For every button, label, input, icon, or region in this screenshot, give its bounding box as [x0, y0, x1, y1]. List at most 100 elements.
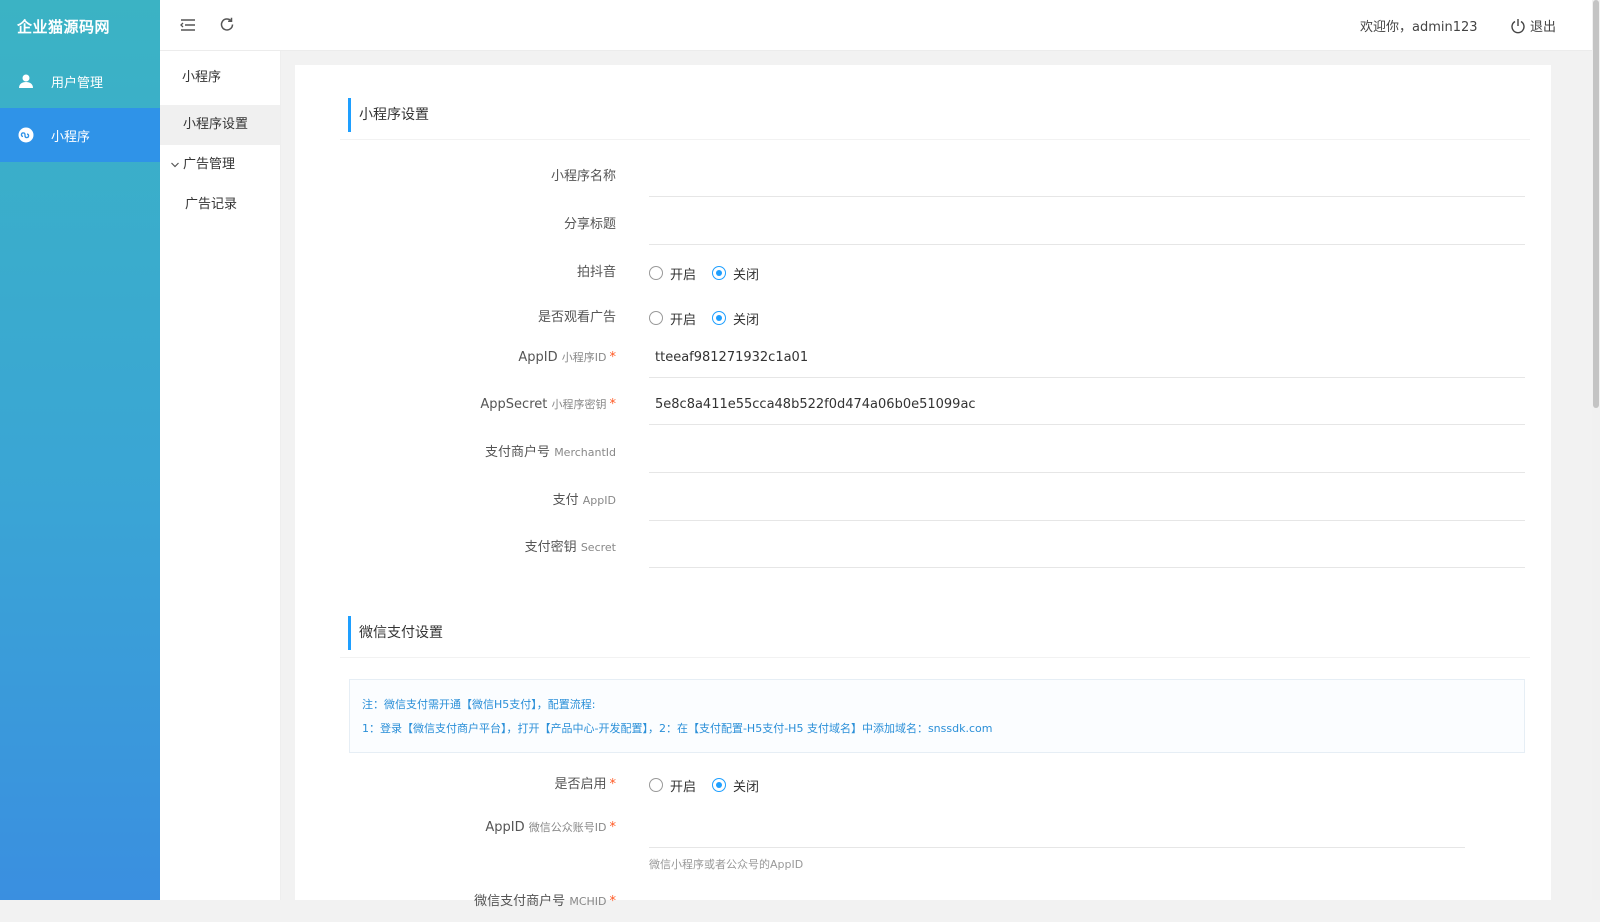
label-main: 支付 — [552, 493, 579, 508]
label-main: AppID — [518, 350, 558, 365]
form-row-share-title: 分享标题 — [295, 205, 1551, 245]
watch-ad-radio-group: 开启 关闭 — [649, 298, 775, 338]
label-sub: MCHID — [569, 895, 607, 908]
pay-appid-input[interactable] — [649, 481, 1525, 521]
form-row-enable: 是否启用 * 开启 关闭 — [295, 765, 1551, 805]
field-label: AppID 小程序ID * — [518, 338, 616, 378]
field-label: 是否观看广告 — [537, 310, 616, 325]
radio-checked-icon — [712, 266, 727, 280]
field-label: 支付 AppID — [553, 481, 616, 521]
wechat-appid-hint: 微信小程序或者公众号的AppID — [649, 858, 804, 871]
label-main: AppSecret — [480, 397, 548, 412]
radio-label: 关闭 — [733, 779, 760, 795]
form-row-merchant-id: 支付商户号 MerchantId — [295, 433, 1551, 473]
enable-radio-off[interactable]: 关闭 — [712, 776, 759, 795]
sidebar-item-miniprogram[interactable]: 小程序 — [0, 108, 160, 162]
label-sub: 小程序ID — [561, 351, 607, 364]
enable-radio-on[interactable]: 开启 — [649, 776, 696, 795]
sidebar-item-user-management[interactable]: 用户管理 — [0, 54, 160, 108]
sidebar: 企业猫源码网 用户管理 小程序 — [0, 0, 160, 900]
form-row-watch-ad: 是否观看广告 开启 关闭 — [295, 298, 1551, 338]
field-label: AppID 微信公众账号ID * — [485, 808, 616, 848]
user-icon — [18, 73, 34, 89]
radio-label: 关闭 — [733, 267, 760, 283]
radio-label: 开启 — [670, 267, 697, 283]
required-mark: * — [609, 397, 617, 412]
form-row-name: 小程序名称 — [295, 157, 1551, 197]
power-icon — [1510, 18, 1526, 34]
field-label: 拍抖音 — [576, 265, 616, 280]
wechat-appid-input[interactable] — [649, 808, 1465, 848]
submenu-item-ad-records[interactable]: 广告记录 — [160, 185, 280, 225]
note-line: 注：微信支付需开通【微信H5支付】，配置流程: — [362, 698, 596, 711]
appid-input[interactable] — [649, 338, 1525, 378]
watch-ad-radio-on[interactable]: 开启 — [649, 309, 696, 328]
field-label: 支付密钥 Secret — [525, 528, 616, 568]
radio-checked-icon — [712, 311, 727, 325]
radio-circle-icon — [649, 266, 663, 280]
radio-label: 开启 — [670, 312, 697, 328]
field-label: 支付商户号 MerchantId — [485, 433, 616, 473]
miniprogram-name-input[interactable] — [649, 157, 1525, 197]
submenu-group-ad-management[interactable]: 广告管理 — [160, 145, 280, 185]
miniprogram-icon — [18, 127, 34, 143]
divider — [340, 657, 1530, 658]
form-row-appsecret: AppSecret 小程序密钥 * — [295, 385, 1551, 425]
required-mark: * — [609, 820, 617, 835]
submenu-title: 小程序 — [182, 70, 222, 85]
note-line: 1：登录【微信支付商户平台】，打开【产品中心-开发配置】，2：在【支付配置-H5… — [362, 722, 993, 735]
share-title-input[interactable] — [649, 205, 1525, 245]
form-row-douyin: 拍抖音 开启 关闭 — [295, 253, 1551, 293]
field-label: 是否启用 * — [554, 765, 616, 805]
brand-logo: 企业猫源码网 — [17, 18, 111, 36]
required-mark: * — [609, 894, 617, 909]
enable-radio-group: 开启 关闭 — [649, 765, 775, 805]
label-main: 支付密钥 — [524, 540, 577, 555]
appsecret-input[interactable] — [649, 385, 1525, 425]
label-sub: AppID — [582, 494, 616, 507]
required-mark: * — [609, 777, 617, 792]
merchant-id-input[interactable] — [649, 433, 1525, 473]
field-label: 小程序名称 — [550, 169, 616, 184]
divider — [340, 139, 1530, 140]
form-row-pay-appid: 支付 AppID — [295, 481, 1551, 521]
label-main: AppID — [485, 820, 525, 835]
section-title-miniprogram: 小程序设置 — [348, 98, 429, 132]
submenu-item-miniprogram-settings[interactable]: 小程序设置 — [160, 105, 280, 145]
wechat-pay-note: 注：微信支付需开通【微信H5支付】，配置流程: 1：登录【微信支付商户平台】，打… — [349, 679, 1525, 753]
douyin-radio-on[interactable]: 开启 — [649, 264, 696, 283]
douyin-radio-group: 开启 关闭 — [649, 253, 775, 293]
field-label: 分享标题 — [563, 217, 616, 232]
menu-collapse-icon[interactable] — [178, 15, 198, 35]
page-scrollbar[interactable] — [1592, 0, 1600, 900]
refresh-icon[interactable] — [217, 15, 237, 35]
section-title-wechat-pay: 微信支付设置 — [348, 616, 443, 650]
form-row-appid: AppID 小程序ID * — [295, 338, 1551, 378]
radio-circle-icon — [649, 778, 663, 792]
pay-secret-input[interactable] — [649, 528, 1525, 568]
label-sub: MerchantId — [554, 446, 616, 459]
submenu-group-label: 广告管理 — [183, 157, 236, 172]
sidebar-item-label: 小程序 — [51, 129, 91, 145]
field-label: 微信支付商户号 MCHID * — [474, 882, 616, 922]
logout-button[interactable]: 退出 — [1510, 16, 1556, 35]
form-row-pay-secret: 支付密钥 Secret — [295, 528, 1551, 568]
radio-checked-icon — [712, 778, 727, 792]
watch-ad-radio-off[interactable]: 关闭 — [712, 309, 759, 328]
logout-label: 退出 — [1530, 20, 1557, 35]
label-sub: 微信公众账号ID — [528, 821, 607, 834]
scrollbar-thumb[interactable] — [1593, 0, 1599, 408]
label-sub: 小程序密钥 — [551, 398, 607, 411]
sidebar-item-label: 用户管理 — [51, 75, 104, 91]
main-content: 小程序设置 小程序名称 分享标题 拍抖音 开启 关闭 是否观看广告 开启 关闭 … — [295, 65, 1551, 909]
required-mark: * — [609, 350, 617, 365]
label-sub: Secret — [580, 541, 616, 554]
label-main: 微信支付商户号 — [474, 894, 566, 909]
form-row-mchid: 微信支付商户号 MCHID * — [295, 882, 1551, 922]
top-bar: 欢迎你，admin123 退出 — [160, 0, 1592, 51]
field-label: AppSecret 小程序密钥 * — [480, 385, 616, 425]
radio-circle-icon — [649, 311, 663, 325]
chevron-down-icon — [170, 160, 180, 170]
form-row-wechat-appid: AppID 微信公众账号ID * — [295, 808, 1551, 848]
douyin-radio-off[interactable]: 关闭 — [712, 264, 759, 283]
